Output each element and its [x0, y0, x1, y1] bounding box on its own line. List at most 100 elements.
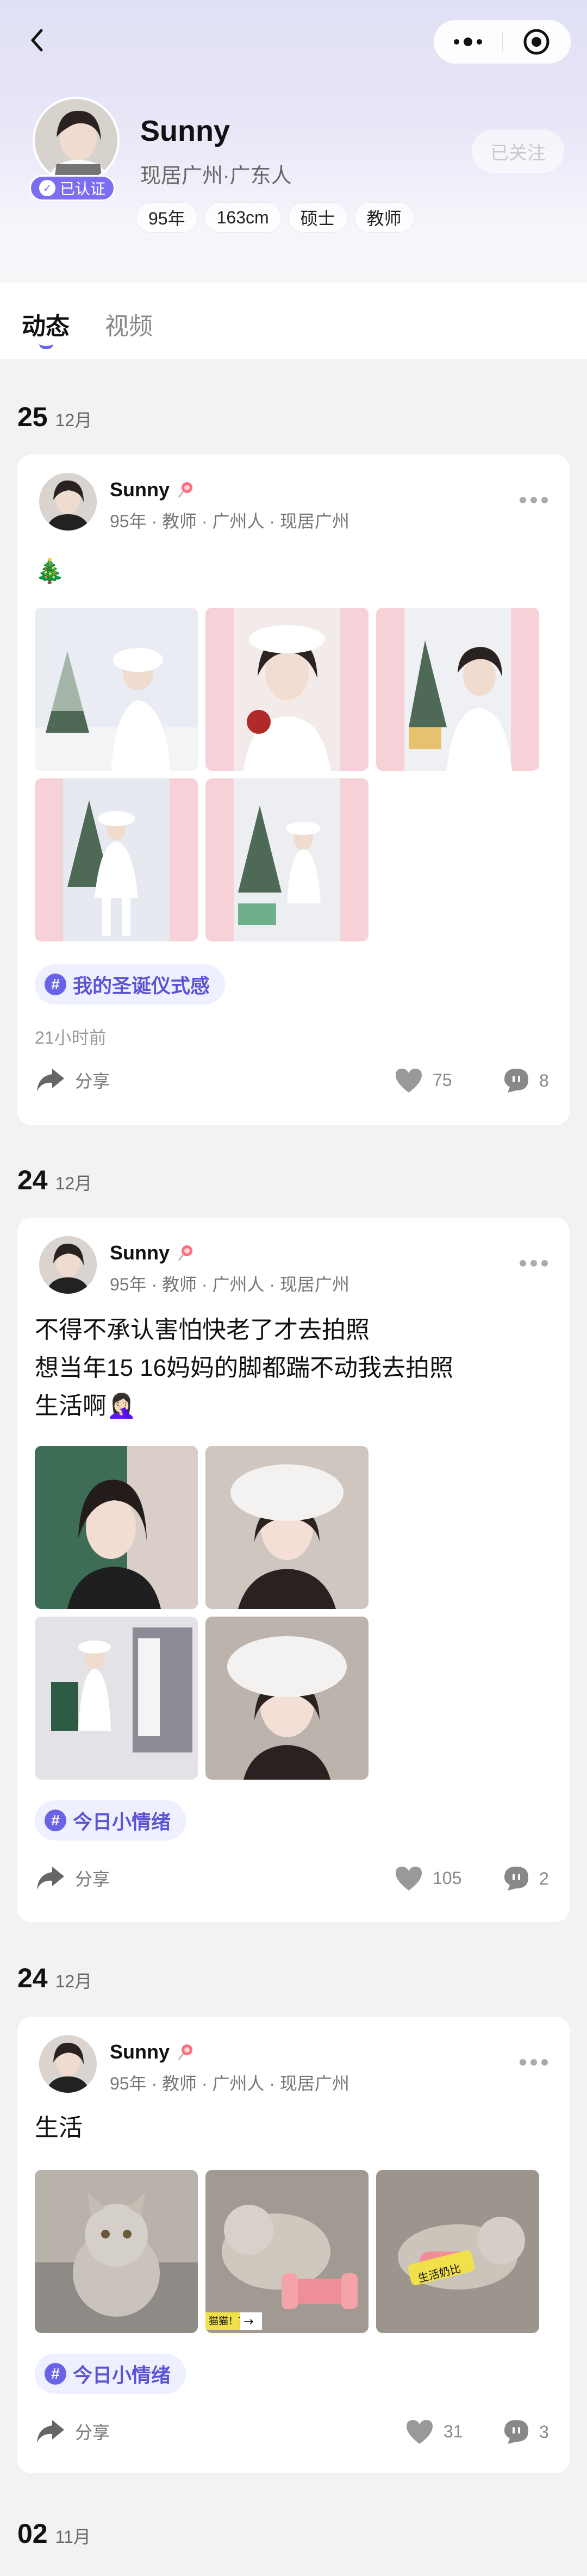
comment-button[interactable]: 8: [502, 1066, 549, 1095]
post-photo[interactable]: [35, 1446, 198, 1609]
target-icon[interactable]: [503, 27, 571, 57]
comment-icon: [504, 1069, 528, 1093]
share-label: 分享: [75, 1071, 110, 1091]
author-meta: 95年 · 教师 · 广州人 · 现居广州: [110, 512, 349, 531]
like-button[interactable]: 105: [394, 1864, 461, 1892]
share-icon: [37, 2420, 64, 2443]
topic-chip[interactable]: # 我的圣诞仪式感: [35, 964, 226, 1005]
more-dots-icon[interactable]: [434, 38, 502, 46]
post-photo[interactable]: [35, 608, 198, 771]
post-photo[interactable]: 生活奶比: [376, 2170, 539, 2333]
post-actions: 分享 105 2: [17, 1864, 570, 1897]
author-meta: 95年 · 教师 · 广州人 · 现居广州: [110, 1275, 349, 1294]
lollipop-icon: [178, 2044, 193, 2060]
tag-education: 硕士: [288, 202, 348, 233]
date-header: 25 12月: [17, 401, 92, 433]
profile-location: 现居广州·广东人: [140, 165, 292, 188]
topic-chip[interactable]: # 今日小情绪: [35, 1800, 186, 1841]
post-photo[interactable]: [35, 2170, 198, 2333]
hashtag-icon: #: [45, 1810, 66, 1831]
more-dots-icon[interactable]: [520, 497, 548, 503]
date-header: 02 11月: [17, 2518, 91, 2549]
profile-header: ✓ 已认证 Sunny 现居广州·广东人 95年 163cm 硕士 教师 已关注: [0, 0, 587, 283]
author-avatar[interactable]: [39, 2035, 97, 2093]
more-dots-icon[interactable]: [520, 1260, 548, 1267]
comment-count: 2: [539, 1868, 549, 1888]
heart-icon: [396, 1867, 422, 1891]
avatar[interactable]: [33, 97, 120, 184]
post-card[interactable]: Sunny 95年 · 教师 · 广州人 · 现居广州 🎄 # 我的圣诞仪式感 …: [17, 454, 570, 1125]
profile-name: Sunny: [140, 115, 230, 147]
share-button[interactable]: 分享: [35, 2418, 110, 2445]
post-text-line: 不得不承认害怕快老了才去拍照: [35, 1317, 370, 1343]
post-actions: 分享 31 3: [17, 2418, 570, 2450]
topic-label: 我的圣诞仪式感: [73, 975, 210, 997]
tag-height: 163cm: [204, 202, 282, 233]
author-meta: 95年 · 教师 · 广州人 · 现居广州: [110, 2074, 349, 2093]
post-photo[interactable]: [205, 608, 369, 771]
share-label: 分享: [75, 1869, 110, 1889]
author-avatar[interactable]: [39, 1236, 97, 1294]
back-icon[interactable]: [22, 24, 54, 57]
tab-bar: 动态 视频: [0, 283, 587, 359]
author-name: Sunny: [110, 1242, 170, 1264]
comment-button[interactable]: 2: [502, 1864, 549, 1893]
verified-badge: ✓ 已认证: [29, 175, 115, 201]
date-day: 25: [17, 402, 48, 432]
heart-icon: [407, 2420, 433, 2444]
comment-icon: [504, 1867, 528, 1891]
more-dots-icon[interactable]: [520, 2059, 548, 2066]
tag-birth-year: 95年: [136, 202, 198, 233]
comment-icon: [504, 2420, 528, 2444]
active-tab-indicator: [39, 344, 53, 349]
comment-button[interactable]: 3: [502, 2418, 549, 2446]
author-name-row: Sunny: [110, 478, 195, 501]
author-name-row: Sunny: [110, 1242, 195, 1264]
post-photo[interactable]: [35, 778, 198, 941]
topic-label: 今日小情绪: [73, 2364, 171, 2386]
post-photo[interactable]: [205, 1617, 369, 1780]
tab-posts[interactable]: 动态: [22, 307, 70, 341]
post-photo[interactable]: 猫猫！？ →: [205, 2170, 369, 2333]
topic-chip[interactable]: # 今日小情绪: [35, 2354, 186, 2394]
date-month: 12月: [55, 1972, 92, 1991]
share-label: 分享: [75, 2423, 110, 2442]
tab-videos[interactable]: 视频: [105, 307, 153, 341]
author-name-row: Sunny: [110, 2041, 195, 2063]
date-month: 11月: [55, 2527, 91, 2547]
date-header: 24 12月: [17, 1962, 92, 1994]
date-day: 24: [17, 1165, 48, 1195]
post-text-line: 想当年15 16妈妈的脚都踹不动我去拍照: [35, 1355, 454, 1381]
post-photo[interactable]: [205, 778, 369, 941]
date-day: 24: [17, 1963, 48, 1993]
date-day: 02: [17, 2518, 48, 2549]
date-month: 12月: [55, 1174, 92, 1193]
lollipop-icon: [178, 1245, 193, 1261]
post-photo[interactable]: [35, 1617, 198, 1780]
hashtag-icon: #: [45, 2363, 66, 2385]
author-avatar[interactable]: [39, 473, 97, 531]
share-icon: [37, 1069, 64, 1091]
post-card[interactable]: Sunny 95年 · 教师 · 广州人 · 现居广州 生活 猫猫！？ → 生活奶…: [17, 2017, 570, 2473]
author-name: Sunny: [110, 478, 170, 501]
post-text: 不得不承认害怕快老了才去拍照 想当年15 16妈妈的脚都踹不动我去拍照 生活啊🤦…: [35, 1311, 453, 1425]
share-icon: [37, 1867, 64, 1889]
follow-button[interactable]: 已关注: [472, 129, 564, 173]
like-count: 31: [444, 2421, 463, 2441]
share-button[interactable]: 分享: [35, 1864, 110, 1892]
post-photo[interactable]: [205, 1446, 369, 1609]
post-card[interactable]: Sunny 95年 · 教师 · 广州人 · 现居广州 不得不承认害怕快老了才去…: [17, 1218, 570, 1922]
comment-count: 3: [539, 2422, 549, 2442]
like-button[interactable]: 31: [404, 2418, 463, 2445]
date-month: 12月: [55, 410, 92, 430]
post-photo[interactable]: [376, 608, 539, 771]
profile-tags: 95年 163cm 硕士 教师: [136, 202, 414, 233]
post-actions: 分享 75 8: [17, 1066, 570, 1099]
date-header: 24 12月: [17, 1164, 92, 1196]
post-text-line: 生活啊🤦🏻‍♀️: [35, 1393, 136, 1419]
hashtag-icon: #: [45, 974, 66, 995]
mini-program-capsule: [433, 20, 571, 64]
share-button[interactable]: 分享: [35, 1066, 110, 1094]
tag-occupation: 教师: [354, 202, 414, 233]
like-button[interactable]: 75: [394, 1066, 452, 1094]
